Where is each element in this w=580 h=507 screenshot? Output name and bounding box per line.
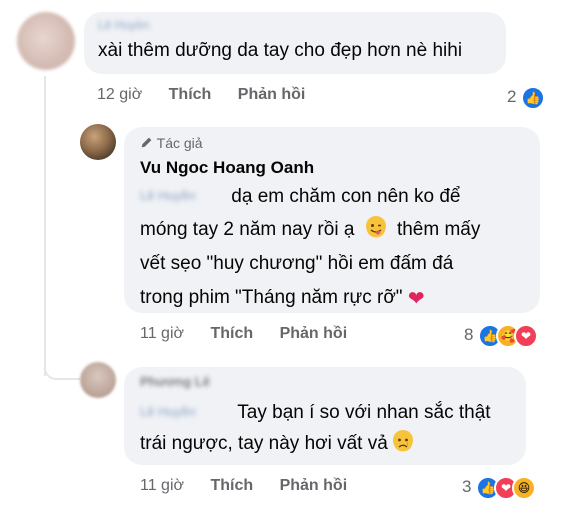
reaction-count: 2 (507, 87, 517, 106)
red-heart-emoji: ❤ (407, 288, 425, 310)
love-icon: ❤ (514, 324, 538, 348)
author-comment-line-1: Lê Huyền dạ em chăm con nên ko để (140, 179, 460, 214)
author-comment-line-4: trong phim "Tháng năm rực rỡ" ❤ (140, 287, 425, 310)
commenter-name-blurred[interactable]: Phương Lê (140, 374, 210, 389)
author-comment-bubble: Tác giả Vu Ngoc Hoang Oanh Lê Huyền dạ e… (124, 127, 540, 313)
reaction-summary[interactable]: 2 👍 (507, 86, 567, 110)
haha-icon: 😆 (512, 476, 536, 500)
thread-branch (44, 360, 80, 380)
author-avatar[interactable] (80, 124, 116, 160)
commenter-name-blurred[interactable]: Lê Huyền (98, 18, 149, 32)
comment-time[interactable]: 12 giờ (97, 86, 142, 103)
reply-link[interactable]: Phản hồi (238, 86, 306, 103)
reaction-count: 3 (462, 477, 472, 496)
thread-line (44, 76, 46, 376)
mention-blurred[interactable]: Lê Huyền (140, 179, 220, 213)
like-link[interactable]: Thích (169, 86, 212, 103)
winking-tongue-emoji (365, 216, 386, 238)
reply-link[interactable]: Phản hồi (280, 325, 348, 342)
author-badge-label: Tác giả (156, 135, 203, 151)
commenter-avatar[interactable] (17, 12, 75, 70)
like-link[interactable]: Thích (210, 477, 253, 494)
like-link[interactable]: Thích (210, 325, 253, 342)
reaction-summary[interactable]: 8 👍 🥰 ❤ (464, 322, 564, 348)
reaction-count: 8 (464, 325, 474, 344)
commenter-avatar[interactable] (80, 362, 116, 398)
mention-blurred[interactable]: Lê Huyền (140, 395, 224, 429)
comment-text: xài thêm dưỡng da tay cho đẹp hơn nè hih… (98, 40, 463, 61)
comment-bubble: Phương Lê Lê Huyền Tay bạn í so với nhan… (124, 367, 526, 465)
author-badge: Tác giả (140, 135, 203, 151)
author-comment-line-3: vết sẹo "huy chương" hồi em đấm đá (140, 253, 454, 274)
comment-time[interactable]: 11 giờ (140, 477, 184, 494)
author-name[interactable]: Vu Ngoc Hoang Oanh (140, 158, 314, 178)
sad-tear-emoji (393, 430, 414, 452)
comment-actions: 12 giờ Thích Phản hồi (97, 86, 305, 104)
reply-comment-line-2: trái ngược, tay này hơi vất vả (140, 427, 414, 461)
pen-icon (141, 137, 152, 148)
like-icon: 👍 (521, 86, 545, 110)
reaction-summary[interactable]: 3 👍 ❤ 😆 (462, 474, 562, 500)
author-comment-line-2: móng tay 2 năm nay rồi ạ thêm mấy (140, 213, 480, 247)
reply-comment-line-1: Lê Huyền Tay bạn í so với nhan sắc thật (140, 395, 491, 430)
comment-time[interactable]: 11 giờ (140, 325, 184, 342)
comment-actions: 11 giờ Thích Phản hồi (140, 477, 347, 495)
reply-link[interactable]: Phản hồi (280, 477, 348, 494)
comment-actions: 11 giờ Thích Phản hồi (140, 325, 347, 343)
comment-bubble: Lê Huyền xài thêm dưỡng da tay cho đẹp h… (84, 12, 506, 74)
